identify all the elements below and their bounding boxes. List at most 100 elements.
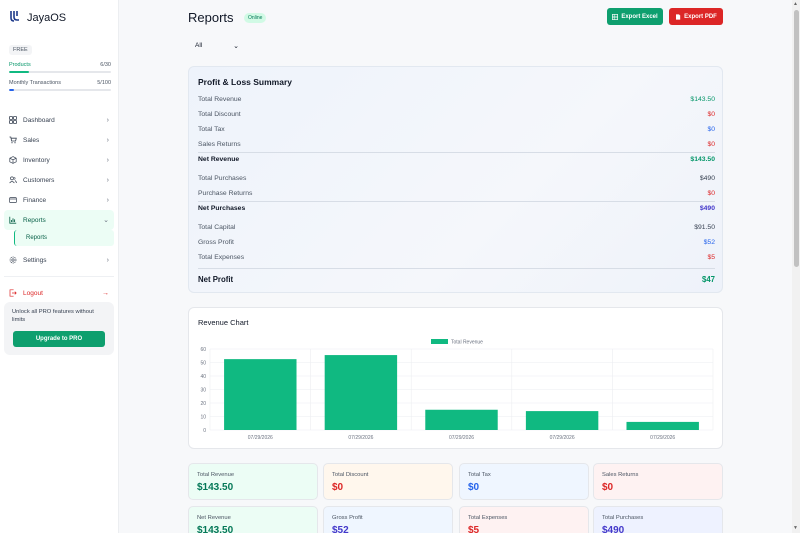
x-tick-label: 07/29/2026: [449, 435, 474, 441]
pl-row-total-tax: Total Tax $0: [198, 126, 715, 133]
stat-label: Total Expenses: [468, 515, 508, 521]
pl-value: $5: [707, 254, 715, 261]
usage-label: Products: [9, 62, 31, 68]
chevron-right-icon: ›: [106, 176, 109, 184]
pl-label: Net Profit: [198, 275, 234, 284]
section-title: Profit & Loss Summary: [198, 77, 292, 87]
revenue-chart: 0 10 20 30 40 50 60 Total Revenue 07/29/2026 07/2…: [200, 339, 714, 441]
sidebar-item-label: Customers: [23, 176, 55, 184]
pl-row-total-capital: Total Capital $91.50: [198, 224, 715, 231]
divider: [4, 276, 114, 277]
stat-label: Sales Returns: [602, 472, 639, 478]
pl-label: Total Purchases: [198, 175, 247, 182]
stat-label: Total Discount: [332, 472, 369, 478]
stat-card: Gross Profit $52: [323, 506, 453, 533]
usage-meter-products: Products 6/30: [9, 62, 111, 73]
stat-card: Total Expenses $5: [459, 506, 589, 533]
pl-row-total-purchases: Total Purchases $490: [198, 175, 715, 182]
logout-button[interactable]: Logout →: [4, 283, 114, 303]
chevron-right-icon: ›: [106, 256, 109, 264]
pl-value: $0: [707, 126, 715, 133]
stat-card: Total Tax $0: [459, 463, 589, 500]
scrollbar-thumb[interactable]: [794, 10, 799, 267]
upgrade-text: Unlock all PRO features without limits: [12, 309, 94, 324]
pl-label: Total Discount: [198, 111, 241, 118]
pl-value: $91.50: [694, 224, 715, 231]
pl-label: Total Revenue: [198, 96, 242, 103]
pl-label: Net Purchases: [198, 205, 246, 212]
y-tick-label: 0: [203, 428, 206, 434]
sidebar-nav: Dashboard › Sales › Inventory › Customer…: [4, 110, 114, 303]
sidebar-subitem-reports[interactable]: Reports: [14, 230, 114, 246]
x-tick-label: 07/29/2026: [348, 435, 373, 441]
usage-label: Monthly Transactions: [9, 80, 61, 86]
bar: [324, 355, 398, 430]
pl-value: $143.50: [690, 156, 715, 163]
pl-value: $490: [699, 175, 715, 182]
upgrade-button[interactable]: Upgrade to PRO: [13, 331, 105, 347]
divider: [198, 268, 715, 269]
page-title: Reports: [188, 10, 234, 25]
scroll-up-icon[interactable]: ▲: [793, 1, 798, 7]
stat-card: Sales Returns $0: [593, 463, 723, 500]
export-pdf-label: Export PDF: [684, 13, 717, 20]
sidebar-item-customers[interactable]: Customers ›: [4, 170, 114, 190]
revenue-chart-card: Revenue Chart 0 10 20 30 40 50 60 Total Revenue…: [188, 307, 723, 449]
chevron-down-icon: ⌄: [103, 217, 109, 224]
brand[interactable]: JayaOS: [9, 9, 66, 27]
pl-label: Total Tax: [198, 126, 225, 133]
export-excel-button[interactable]: Export Excel: [607, 8, 663, 25]
cart-icon: [9, 136, 17, 144]
export-pdf-button[interactable]: Export PDF: [669, 8, 723, 25]
pl-value: $0: [707, 190, 715, 197]
pl-label: Purchase Returns: [198, 190, 253, 197]
pl-value: $52: [703, 239, 715, 246]
sidebar-item-reports[interactable]: Reports ⌄: [4, 210, 114, 230]
arrow-right-icon: →: [102, 289, 109, 297]
upgrade-panel: Unlock all PRO features without limits U…: [4, 302, 114, 355]
y-tick-label: 60: [200, 347, 206, 353]
bar: [626, 421, 699, 430]
pl-label: Total Capital: [198, 224, 236, 231]
document-icon: [676, 13, 681, 20]
stat-card: Total Revenue $143.50: [188, 463, 318, 500]
pl-row-gross-profit: Gross Profit $52: [198, 239, 715, 246]
legend-swatch: [431, 339, 448, 344]
sidebar-item-settings[interactable]: Settings ›: [4, 250, 114, 270]
sidebar-item-dashboard[interactable]: Dashboard ›: [4, 110, 114, 130]
y-tick-label: 10: [200, 414, 206, 420]
pl-label: Gross Profit: [198, 239, 234, 246]
stat-label: Gross Profit: [332, 515, 363, 521]
logout-label: Logout: [23, 289, 43, 297]
stat-card: Total Discount $0: [323, 463, 453, 500]
stat-value: $52: [332, 525, 349, 533]
sidebar-item-inventory[interactable]: Inventory ›: [4, 150, 114, 170]
sidebar-item-label: Inventory: [23, 156, 50, 164]
chevron-right-icon: ›: [106, 156, 109, 164]
stat-label: Total Purchases: [602, 515, 644, 521]
stat-label: Net Revenue: [197, 515, 231, 521]
spreadsheet-icon: [612, 13, 619, 20]
stat-value: $0: [332, 482, 344, 493]
sidebar: JayaOS FREE Products 6/30 Monthly Transa…: [0, 0, 119, 533]
pl-label: Sales Returns: [198, 141, 241, 148]
pl-row-total-expenses: Total Expenses $5: [198, 254, 715, 261]
scroll-down-icon[interactable]: ▼: [793, 525, 798, 531]
stat-value: $143.50: [197, 482, 234, 493]
divider: [198, 152, 715, 153]
pl-row-net-revenue: Net Revenue $143.50: [198, 156, 715, 163]
sidebar-item-sales[interactable]: Sales ›: [4, 130, 114, 150]
grid-icon: [9, 116, 17, 124]
pl-row-total-discount: Total Discount $0: [198, 111, 715, 118]
stat-label: Total Revenue: [197, 472, 235, 478]
status-badge: Online: [244, 13, 267, 23]
stat-label: Total Tax: [468, 472, 491, 478]
divider: [198, 201, 715, 202]
pl-row-net-profit: Net Profit $47: [198, 275, 715, 284]
sidebar-item-finance[interactable]: Finance ›: [4, 190, 114, 210]
period-filter-select[interactable]: All ⌄: [189, 36, 245, 55]
pl-label: Net Revenue: [198, 156, 240, 163]
box-icon: [9, 156, 17, 164]
bar: [224, 359, 297, 430]
stat-card: Net Revenue $143.50: [188, 506, 318, 533]
